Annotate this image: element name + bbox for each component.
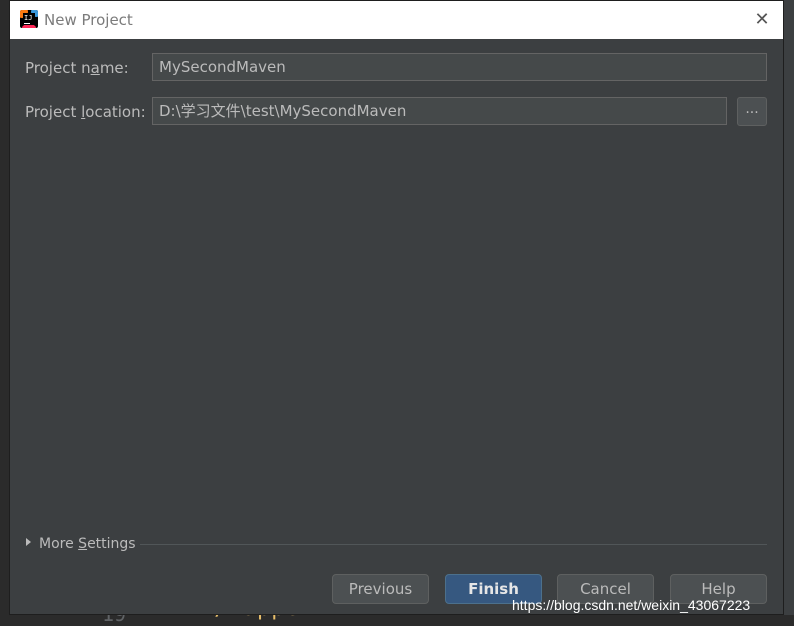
more-settings-toggle[interactable]: More Settings [26,536,136,552]
project-name-input[interactable]: MySecondMaven [152,53,767,81]
triangle-right-icon [26,538,31,546]
intellij-app-icon: IJ [20,10,38,28]
new-project-dialog: IJ New Project ✕ Project name: MySecondM… [9,0,784,615]
dialog-titlebar: IJ New Project ✕ [10,1,783,39]
background-editor-left [0,0,9,625]
browse-location-button[interactable]: ... [737,97,767,126]
separator-line [140,544,767,545]
close-icon[interactable]: ✕ [751,9,773,31]
background-editor-right [784,0,794,625]
previous-button[interactable]: Previous [332,574,429,604]
project-location-label: Project location: [25,103,146,121]
dialog-title: New Project [44,11,133,29]
project-location-input[interactable]: D:\学习文件\test\MySecondMaven [152,97,727,125]
watermark-text: https://blog.csdn.net/weixin_43067223 [512,597,751,613]
project-name-label: Project name: [25,59,129,77]
